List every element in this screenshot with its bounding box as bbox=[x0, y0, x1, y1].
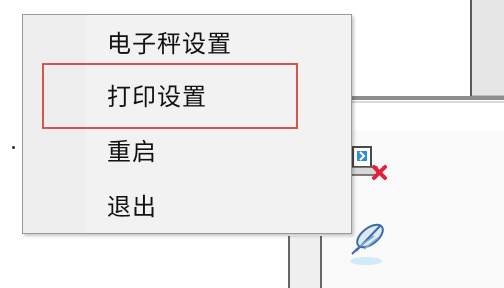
background-window-frame bbox=[470, 0, 504, 98]
menu-item-exit[interactable]: 退出 bbox=[107, 187, 157, 227]
background-divider bbox=[350, 96, 504, 100]
highlight-annotation-box bbox=[42, 63, 298, 129]
edge-marker bbox=[12, 146, 15, 149]
background-divider-light bbox=[350, 101, 504, 103]
menu-item-restart[interactable]: 重启 bbox=[107, 132, 157, 172]
background-vertical-strip bbox=[288, 236, 322, 288]
menu-item-scale-settings[interactable]: 电子秤设置 bbox=[107, 24, 232, 64]
printer-error-icon[interactable] bbox=[350, 143, 390, 181]
